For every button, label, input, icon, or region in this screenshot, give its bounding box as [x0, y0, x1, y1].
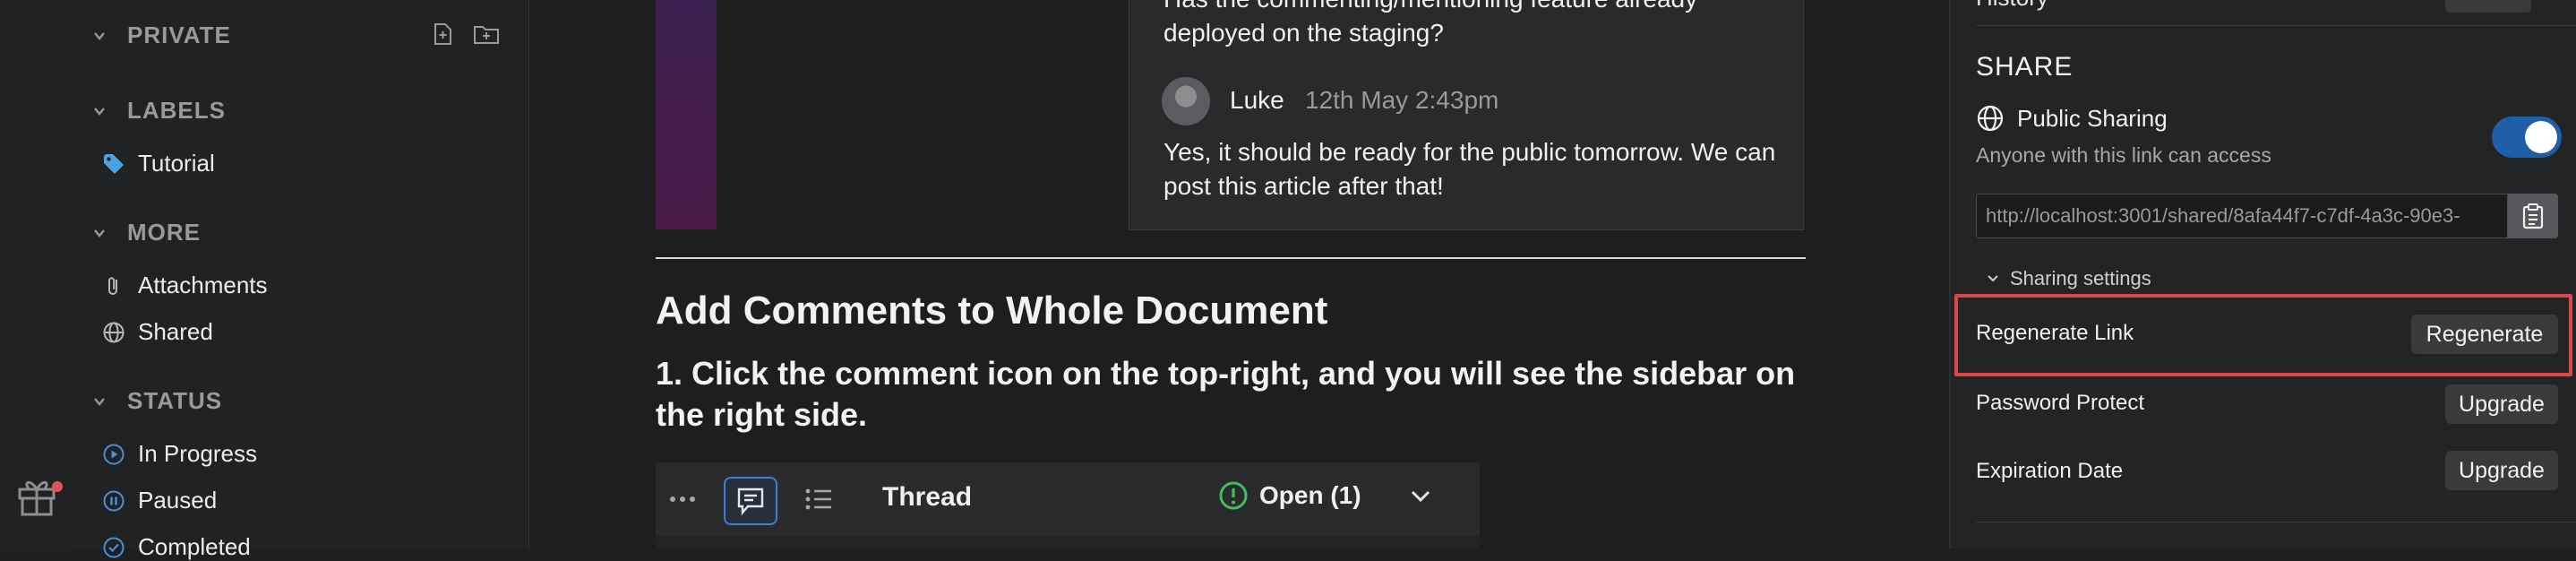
sharing-settings-label: Sharing settings	[2010, 267, 2151, 289]
section-heading: Add Comments to Whole Document	[656, 289, 1328, 332]
section-label: PRIVATE	[127, 22, 231, 48]
section-more[interactable]: MORE	[93, 219, 201, 246]
notification-dot	[52, 481, 63, 492]
section-status[interactable]: STATUS	[93, 387, 222, 415]
clipboard-icon	[2522, 203, 2544, 229]
sidebar-item-completed[interactable]: Completed	[102, 533, 251, 561]
chevron-down-icon	[94, 107, 105, 116]
sidebar-item-label: In Progress	[138, 440, 257, 467]
copy-link-button[interactable]	[2508, 194, 2558, 238]
alert-circle-icon	[1219, 481, 1248, 510]
regenerate-button[interactable]: Regenerate	[2411, 315, 2558, 354]
share-title: SHARE	[1976, 52, 2074, 82]
public-sharing-toggle[interactable]	[2492, 117, 2562, 158]
sidebar-item-label: Paused	[138, 487, 218, 514]
sidebar-item-label: Tutorial	[138, 150, 215, 177]
expiration-date-label: Expiration Date	[1976, 459, 2124, 483]
list-icon	[794, 477, 844, 522]
chevron-down-icon	[1411, 490, 1430, 503]
sidebar-item-paused[interactable]: Paused	[102, 487, 217, 514]
comment-text: Has the commenting/mentioning feature al…	[1163, 0, 1697, 47]
history-label: History	[1976, 0, 2048, 12]
globe-icon	[1977, 105, 2004, 132]
globe-icon	[102, 321, 125, 344]
app-rail	[0, 0, 73, 548]
gift-icon[interactable]	[14, 473, 59, 518]
sidebar: PRIVATE LABELS Tutorial MORE Attachments	[72, 0, 529, 560]
chevron-down-icon	[94, 31, 105, 40]
reply-text: Yes, it should be ready for the public t…	[1163, 138, 1776, 200]
section-labels[interactable]: LABELS	[93, 97, 226, 125]
thread-title: Thread	[882, 482, 973, 512]
embedded-image	[656, 0, 717, 229]
share-panel: History SHARE Public Sharing Anyone with…	[1949, 0, 2576, 548]
new-folder-icon[interactable]	[473, 22, 500, 47]
section-label: STATUS	[127, 387, 223, 414]
thread-status: Open (1)	[1218, 480, 1361, 511]
comment-timestamp: 12th May 2:43pm	[1305, 86, 1499, 114]
section-label: LABELS	[127, 97, 226, 124]
comment-thread-preview: Has the commenting/mentioning feature al…	[1129, 0, 1804, 230]
check-circle-icon	[102, 536, 125, 559]
pause-circle-icon	[102, 489, 125, 513]
history-button[interactable]	[2445, 0, 2531, 13]
thread-status-label: Open (1)	[1259, 481, 1361, 509]
chevron-down-icon	[94, 229, 105, 237]
new-document-icon[interactable]	[430, 22, 455, 47]
public-sharing: Public Sharing	[1976, 104, 2168, 133]
password-protect-label: Password Protect	[1976, 391, 2145, 415]
play-circle-icon	[102, 443, 125, 466]
paperclip-icon	[102, 274, 125, 298]
password-upgrade-button[interactable]: Upgrade	[2445, 384, 2558, 424]
step-text: 1. Click the comment icon on the top-rig…	[656, 355, 1796, 433]
private-actions	[430, 22, 500, 47]
tag-icon	[102, 152, 125, 176]
more-icon	[657, 477, 708, 522]
public-sharing-description: Anyone with this link can access	[1976, 143, 2271, 167]
share-link-field[interactable]	[1976, 194, 2508, 238]
sidebar-item-label: Completed	[138, 533, 251, 560]
section-label: MORE	[127, 219, 201, 246]
regenerate-link-label: Regenerate Link	[1976, 321, 2134, 345]
sidebar-item-label: Attachments	[138, 272, 268, 298]
chevron-down-icon	[1988, 275, 1998, 282]
avatar	[1162, 77, 1210, 125]
sidebar-item-label: Shared	[138, 318, 213, 345]
sidebar-item-tutorial[interactable]: Tutorial	[102, 150, 215, 177]
divider	[656, 257, 1806, 259]
document-area: Has the commenting/mentioning feature al…	[530, 0, 1949, 548]
public-sharing-label: Public Sharing	[2017, 104, 2168, 132]
thread-body	[656, 536, 1480, 548]
sidebar-item-attachments[interactable]: Attachments	[102, 272, 268, 299]
expiration-upgrade-button[interactable]: Upgrade	[2445, 451, 2558, 490]
sidebar-item-in-progress[interactable]: In Progress	[102, 440, 257, 468]
toggle-knob	[2525, 121, 2557, 153]
comment-author: Luke	[1230, 86, 1284, 114]
section-private[interactable]: PRIVATE	[93, 22, 231, 49]
comment-icon	[724, 477, 777, 525]
divider	[1976, 25, 2576, 26]
sidebar-item-shared[interactable]: Shared	[102, 318, 213, 346]
chevron-down-icon	[94, 397, 105, 406]
sharing-settings-toggle[interactable]: Sharing settings	[1987, 267, 2151, 290]
